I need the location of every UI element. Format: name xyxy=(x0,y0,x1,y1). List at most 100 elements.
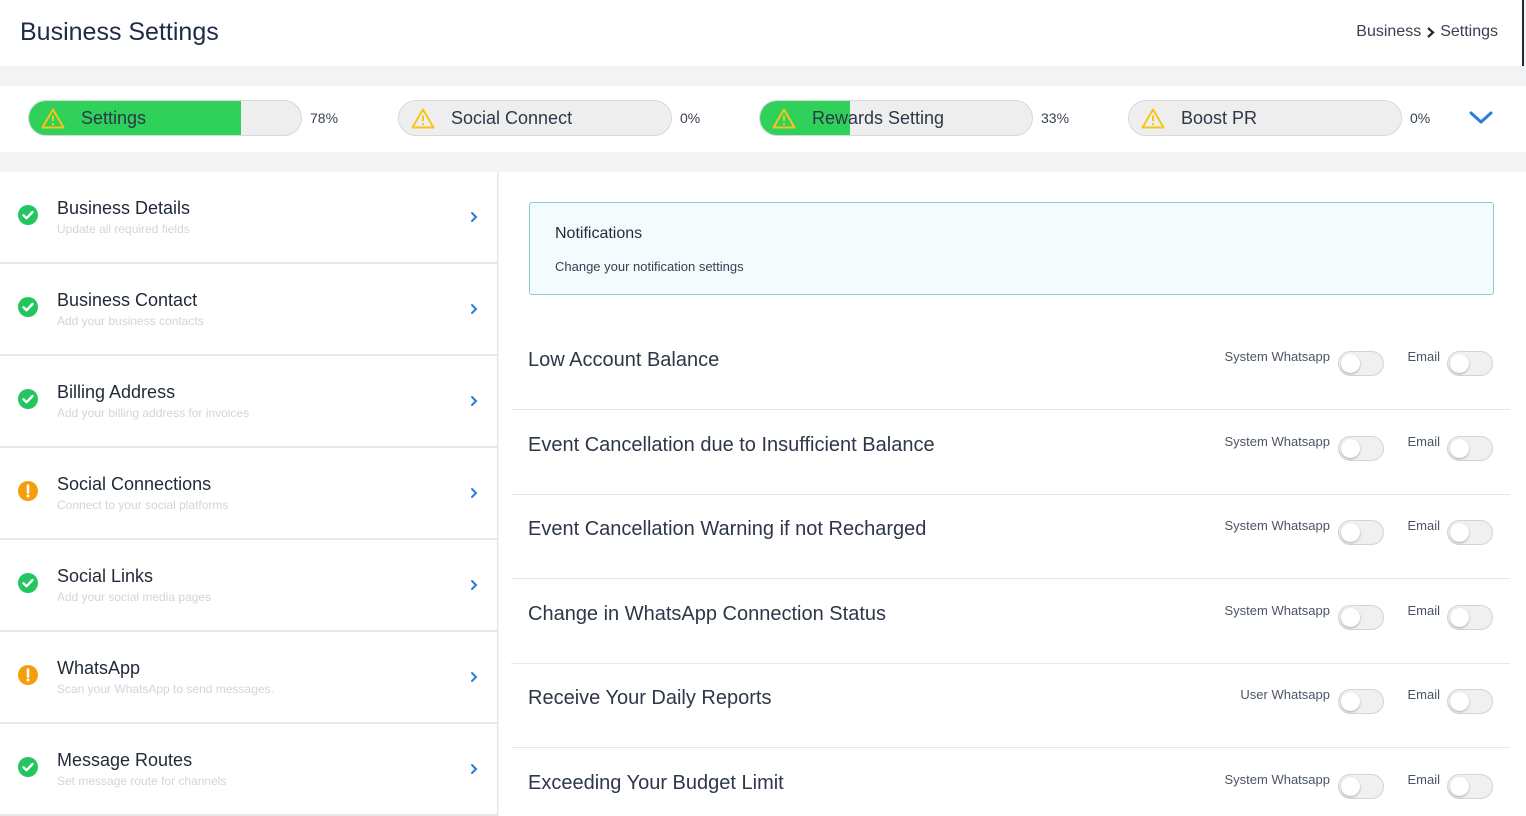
whatsapp-toggle[interactable] xyxy=(1338,520,1384,545)
whatsapp-toggle[interactable] xyxy=(1338,351,1384,376)
sidebar-item-subtitle: Add your business contacts xyxy=(57,314,204,328)
main-panel: Notifications Change your notification s… xyxy=(499,172,1526,816)
sidebar-item-message-routes[interactable]: Message Routes Set message route for cha… xyxy=(0,724,497,816)
notification-row-event-cancellation-warning: Event Cancellation Warning if not Rechar… xyxy=(511,494,1510,579)
notification-row-whatsapp-connection: Change in WhatsApp Connection Status Sys… xyxy=(511,579,1510,664)
sidebar-item-social-connections[interactable]: Social Connections Connect to your socia… xyxy=(0,448,497,540)
notification-title: Change in WhatsApp Connection Status xyxy=(528,603,886,625)
email-toggle[interactable] xyxy=(1447,774,1493,799)
whatsapp-toggle[interactable] xyxy=(1338,605,1384,630)
check-circle-icon xyxy=(18,297,38,322)
notification-row-budget-limit: Exceeding Your Budget Limit System Whats… xyxy=(511,748,1510,816)
check-circle-icon xyxy=(18,573,38,598)
channel-label: System Whatsapp xyxy=(1224,434,1331,449)
check-circle-icon xyxy=(18,205,38,230)
progress-percent: 0% xyxy=(680,110,701,126)
sidebar-item-business-contact[interactable]: Business Contact Add your business conta… xyxy=(0,264,497,356)
notification-row-daily-reports: Receive Your Daily Reports User Whatsapp… xyxy=(511,663,1510,748)
sidebar-item-subtitle: Add your billing address for invoices xyxy=(57,406,250,420)
progress-label: Rewards Setting xyxy=(812,107,945,128)
progress-pill[interactable]: Rewards Setting xyxy=(759,100,1033,136)
sidebar-item-title: Business Contact xyxy=(57,290,198,310)
whatsapp-toggle[interactable] xyxy=(1338,774,1384,799)
page-header: Business Settings Business Settings xyxy=(0,0,1524,66)
channel-label: System Whatsapp xyxy=(1224,772,1331,787)
chevron-right-icon xyxy=(470,302,478,320)
notification-title: Low Account Balance xyxy=(528,349,720,371)
progress-pill[interactable]: Social Connect xyxy=(398,100,672,136)
email-toggle[interactable] xyxy=(1447,351,1493,376)
warning-triangle-icon xyxy=(41,108,65,128)
sidebar-item-social-links[interactable]: Social Links Add your social media pages xyxy=(0,540,497,632)
progress-social-connect[interactable]: Social Connect 0% xyxy=(398,100,700,136)
channel-label: System Whatsapp xyxy=(1224,603,1331,618)
sidebar-item-billing-address[interactable]: Billing Address Add your billing address… xyxy=(0,356,497,448)
progress-settings[interactable]: Settings 78% xyxy=(28,100,338,136)
exclamation-circle-icon xyxy=(18,481,38,506)
progress-pill[interactable]: Settings xyxy=(28,100,302,136)
email-label: Email xyxy=(1407,772,1440,787)
notification-row-low-account-balance: Low Account Balance System Whatsapp Emai… xyxy=(511,325,1510,410)
email-toggle[interactable] xyxy=(1447,605,1493,630)
whatsapp-toggle[interactable] xyxy=(1338,689,1384,714)
notification-title: Exceeding Your Budget Limit xyxy=(528,772,784,794)
email-label: Email xyxy=(1407,603,1440,618)
notification-title: Receive Your Daily Reports xyxy=(528,687,772,709)
sidebar-item-business-details[interactable]: Business Details Update all required fie… xyxy=(0,172,497,264)
progress-pill[interactable]: Boost PR xyxy=(1128,100,1402,136)
progress-percent: 78% xyxy=(310,110,339,126)
check-circle-icon xyxy=(18,389,38,414)
warning-triangle-icon xyxy=(411,108,435,128)
channel-label: System Whatsapp xyxy=(1224,349,1331,364)
breadcrumb-business[interactable]: Business xyxy=(1356,23,1421,41)
email-toggle[interactable] xyxy=(1447,689,1493,714)
sidebar-item-subtitle: Add your social media pages xyxy=(57,590,212,604)
chevron-down-icon[interactable] xyxy=(1468,110,1494,131)
chevron-right-icon xyxy=(470,394,478,412)
sidebar-item-title: WhatsApp xyxy=(57,658,141,678)
settings-sidebar: Business Details Update all required fie… xyxy=(0,172,498,816)
chevron-right-icon xyxy=(470,210,478,228)
check-circle-icon xyxy=(18,757,38,782)
email-label: Email xyxy=(1407,349,1440,364)
chevron-right-icon xyxy=(470,762,478,780)
sidebar-item-subtitle: Scan your WhatsApp to send messages. xyxy=(57,682,274,696)
banner-title: Notifications xyxy=(555,225,643,242)
progress-label: Settings xyxy=(81,107,147,128)
email-toggle[interactable] xyxy=(1447,436,1493,461)
sidebar-item-title: Billing Address xyxy=(57,382,176,402)
warning-triangle-icon xyxy=(1141,108,1165,128)
progress-percent: 33% xyxy=(1041,110,1070,126)
sidebar-item-title: Business Details xyxy=(57,198,191,218)
breadcrumb-settings: Settings xyxy=(1440,23,1498,40)
email-label: Email xyxy=(1407,434,1440,449)
progress-rewards-setting[interactable]: Rewards Setting 33% xyxy=(759,100,1069,136)
notifications-banner: Notifications Change your notification s… xyxy=(529,202,1494,295)
page-title: Business Settings xyxy=(20,18,219,46)
chevron-right-icon xyxy=(470,670,478,688)
chevron-right-icon xyxy=(1426,26,1435,38)
sidebar-item-subtitle: Update all required fields xyxy=(57,222,190,236)
chevron-right-icon xyxy=(470,578,478,596)
sidebar-item-title: Social Links xyxy=(57,566,154,586)
sidebar-item-title: Social Connections xyxy=(57,474,212,494)
progress-label: Social Connect xyxy=(451,107,573,128)
channel-label: System Whatsapp xyxy=(1224,518,1331,533)
sidebar-item-subtitle: Connect to your social platforms xyxy=(57,498,229,512)
breadcrumb: Business Settings xyxy=(1356,23,1498,41)
email-label: Email xyxy=(1407,687,1440,702)
warning-triangle-icon xyxy=(772,108,796,128)
progress-boost-pr[interactable]: Boost PR 0% xyxy=(1128,100,1430,136)
exclamation-circle-icon xyxy=(18,665,38,690)
banner-subtitle: Change your notification settings xyxy=(555,259,744,274)
whatsapp-toggle[interactable] xyxy=(1338,436,1384,461)
email-label: Email xyxy=(1407,518,1440,533)
notification-title: Event Cancellation due to Insufficient B… xyxy=(528,434,935,456)
channel-label: User Whatsapp xyxy=(1240,687,1330,702)
email-toggle[interactable] xyxy=(1447,520,1493,545)
chevron-right-icon xyxy=(470,486,478,504)
progress-label: Boost PR xyxy=(1181,107,1258,128)
sidebar-item-title: Message Routes xyxy=(57,750,193,770)
sidebar-item-whatsapp[interactable]: WhatsApp Scan your WhatsApp to send mess… xyxy=(0,632,497,724)
notification-row-event-cancellation-insufficient: Event Cancellation due to Insufficient B… xyxy=(511,410,1510,495)
